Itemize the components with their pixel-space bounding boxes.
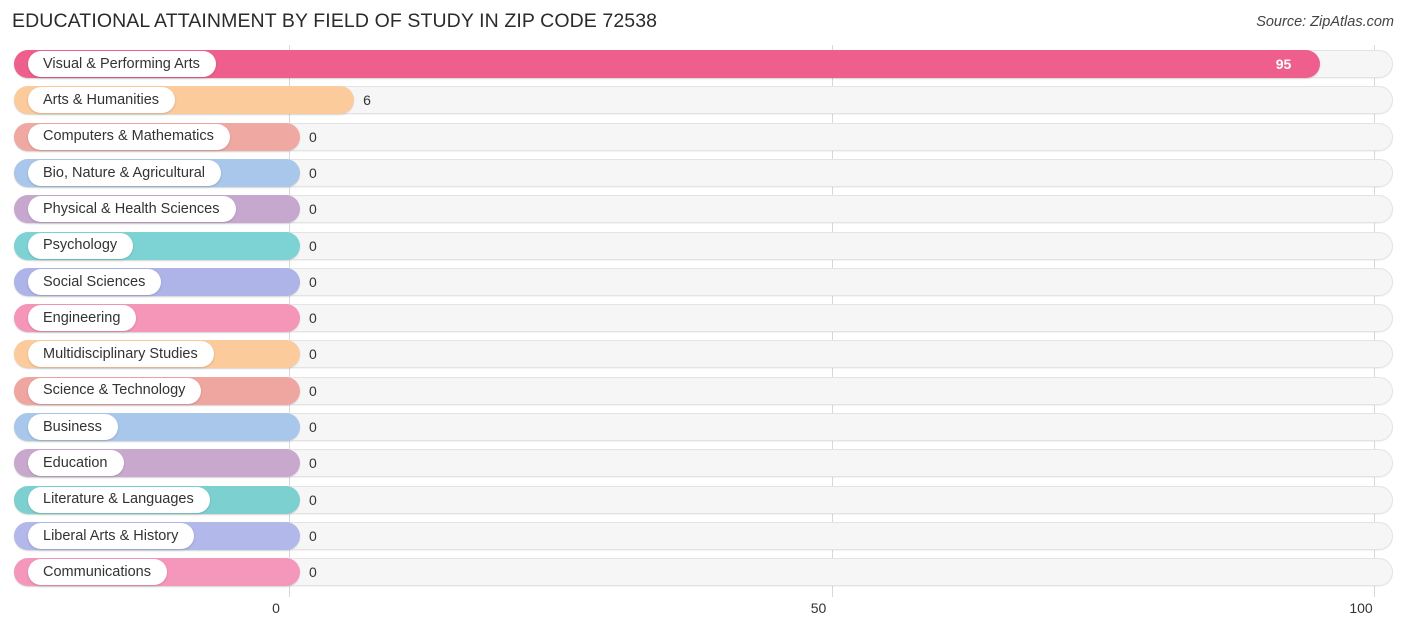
category-label: Liberal Arts & History — [43, 527, 179, 544]
bar-value-label: 0 — [309, 527, 317, 544]
category-label: Multidisciplinary Studies — [43, 346, 198, 363]
x-tick-label: 0 — [272, 600, 280, 616]
chart-row: Communications 0 — [14, 558, 1393, 587]
category-label-pill: Computers & Mathematics — [28, 123, 230, 150]
bar-value-label: 95 — [1275, 56, 1292, 72]
chart-row: Science & Technology 0 — [14, 376, 1393, 405]
category-label: Psychology — [43, 237, 118, 254]
x-tick-label: 50 — [810, 600, 827, 616]
category-label: Education — [43, 455, 108, 472]
category-label: Literature & Languages — [43, 491, 194, 508]
chart-row: Bio, Nature & Agricultural 0 — [14, 158, 1393, 187]
category-label-pill: Social Sciences — [28, 268, 162, 295]
category-label-pill: Psychology — [28, 232, 134, 259]
chart-page: EDUCATIONAL ATTAINMENT BY FIELD OF STUDY… — [0, 0, 1406, 631]
source-attribution: Source: ZipAtlas.com — [1256, 14, 1394, 30]
chart-plot-area: Visual & Performing Arts 95 Arts & Humanit… — [0, 45, 1406, 597]
category-label: Visual & Performing Arts — [43, 55, 200, 72]
page-title: EDUCATIONAL ATTAINMENT BY FIELD OF STUDY… — [12, 10, 658, 32]
category-label-pill: Liberal Arts & History — [28, 522, 195, 549]
category-label: Science & Technology — [43, 382, 186, 399]
category-label-pill: Bio, Nature & Agricultural — [28, 159, 221, 186]
category-label-pill: Education — [28, 450, 124, 477]
bar-value-label: 0 — [309, 382, 317, 399]
bar-value-label: 0 — [309, 273, 317, 290]
category-label: Physical & Health Sciences — [43, 200, 220, 217]
bar-value-label: 6 — [363, 92, 371, 109]
chart-row: Visual & Performing Arts 95 — [14, 50, 1393, 78]
category-label: Social Sciences — [43, 273, 146, 290]
bar-value-label: 0 — [309, 164, 317, 181]
category-label-pill: Engineering — [28, 305, 137, 332]
chart-row: Arts & Humanities 6 — [14, 86, 1393, 115]
bar-value-label: 0 — [309, 455, 317, 472]
bar-value-label: 0 — [309, 564, 317, 581]
x-tick-label: 100 — [1349, 600, 1373, 616]
category-label-pill: Business — [28, 414, 118, 440]
category-label-pill: Multidisciplinary Studies — [28, 341, 214, 368]
category-label: Engineering — [43, 309, 121, 326]
chart-row: Business 0 — [14, 413, 1393, 441]
chart-row: Education 0 — [14, 449, 1393, 478]
bar-value-label: 0 — [309, 237, 317, 254]
chart-row: Multidisciplinary Studies 0 — [14, 340, 1393, 369]
bar-value-label: 0 — [309, 128, 317, 145]
chart-row: Psychology 0 — [14, 231, 1393, 260]
category-label-pill: Physical & Health Sciences — [28, 196, 236, 223]
category-label-pill: Communications — [28, 559, 167, 586]
bar-value-label: 0 — [309, 419, 317, 435]
chart-row: Engineering 0 — [14, 304, 1393, 333]
category-label-pill: Visual & Performing Arts — [28, 51, 216, 77]
category-label: Arts & Humanities — [43, 92, 160, 109]
chart-row: Social Sciences 0 — [14, 267, 1393, 296]
chart-row: Physical & Health Sciences 0 — [14, 195, 1393, 224]
category-label: Business — [43, 418, 102, 435]
category-label-pill: Literature & Languages — [28, 486, 210, 513]
chart-row: Liberal Arts & History 0 — [14, 521, 1393, 550]
bar-value-label: 0 — [309, 201, 317, 218]
category-label-pill: Arts & Humanities — [28, 87, 176, 114]
chart-row: Literature & Languages 0 — [14, 485, 1393, 514]
bar-value-label: 0 — [309, 491, 317, 508]
x-axis: 0 50 100 — [0, 597, 1406, 631]
bar-value-label: 0 — [309, 346, 317, 363]
category-label-pill: Science & Technology — [28, 377, 202, 404]
category-label: Communications — [43, 563, 151, 580]
category-label: Computers & Mathematics — [43, 128, 214, 145]
chart-row: Computers & Mathematics 0 — [14, 122, 1393, 151]
bar-value-label: 0 — [309, 310, 317, 327]
chart-header: EDUCATIONAL ATTAINMENT BY FIELD OF STUDY… — [0, 0, 1406, 45]
category-label: Bio, Nature & Agricultural — [43, 164, 205, 181]
